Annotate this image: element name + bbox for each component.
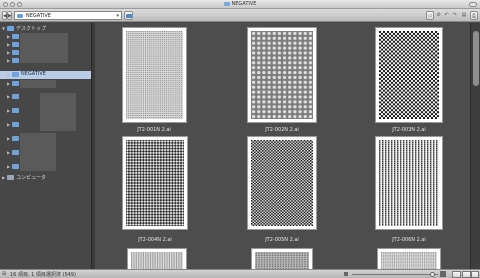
chevron-down-icon[interactable]: ▾ <box>116 13 119 19</box>
redacted-block <box>40 93 76 131</box>
folder-icon <box>17 14 23 18</box>
thumbnail-partial[interactable] <box>377 248 441 269</box>
thumbnail-jt2-003n[interactable] <box>375 27 443 123</box>
file-name: JT2-004N 2.ai <box>138 237 172 243</box>
disclosure-triangle-icon[interactable]: ▶ <box>7 94 10 99</box>
small-size-icon[interactable] <box>344 272 348 276</box>
folder-icon <box>12 164 19 169</box>
folder-icon <box>12 42 19 47</box>
folder-icon <box>12 81 19 86</box>
path-value: NEGATIVE <box>26 13 51 19</box>
redacted-block <box>20 80 56 88</box>
print-icon[interactable]: ⎙ <box>470 11 478 20</box>
disclosure-triangle-icon[interactable]: ▶ <box>7 164 10 169</box>
thumbnail-jt2-005n[interactable] <box>247 136 317 230</box>
thumbnail-partial[interactable] <box>127 248 187 269</box>
pattern-preview <box>126 31 183 119</box>
path-field[interactable]: NEGATIVE ▾ <box>14 11 122 20</box>
tree-item-label: デスクトップ <box>16 26 47 32</box>
scrollbar-thumb[interactable] <box>473 31 479 86</box>
pattern-preview <box>381 252 437 269</box>
tree-item-desktop[interactable]: ▼ デスクトップ <box>0 25 91 33</box>
folder-icon <box>223 1 230 6</box>
folder-icon <box>7 26 14 31</box>
thumbnail-jt2-004n[interactable] <box>122 136 188 230</box>
redacted-block <box>20 133 56 171</box>
disclosure-triangle-icon[interactable]: ▶ <box>7 50 10 55</box>
computer-icon <box>7 175 14 180</box>
folder-icon <box>12 150 19 155</box>
disclosure-triangle-icon[interactable]: ▶ <box>7 42 10 47</box>
window-title: NEGATIVE <box>0 1 480 7</box>
disclosure-triangle-icon[interactable]: ▶ <box>7 150 10 155</box>
large-size-icon[interactable] <box>440 271 446 277</box>
disclosure-triangle-icon[interactable]: ▶ <box>7 122 10 127</box>
thumbnail-jt2-002n[interactable] <box>247 27 317 123</box>
pattern-preview <box>126 140 184 226</box>
tree-item-label: コンピュータ <box>16 175 47 181</box>
disclosure-triangle-icon[interactable]: ▶ <box>7 58 10 63</box>
browse-folder-button[interactable] <box>124 11 133 20</box>
pattern-preview <box>251 31 313 119</box>
pattern-preview <box>251 140 313 226</box>
slider-knob[interactable] <box>430 272 435 277</box>
folder-icon <box>12 94 19 99</box>
open-icon[interactable]: ▤ <box>460 11 468 20</box>
thumbnail-jt2-001n[interactable] <box>122 27 187 123</box>
delete-icon[interactable]: ⊘ <box>435 11 442 20</box>
folder-icon <box>12 122 19 127</box>
folder-icon <box>12 136 19 141</box>
toolbar-toggle-button[interactable] <box>469 2 477 7</box>
forward-arrow-icon[interactable]: ▶ <box>7 11 12 20</box>
disclosure-triangle-icon[interactable]: ▶ <box>2 175 5 180</box>
pathbar-toggle-icon[interactable]: ⊞ <box>2 271 6 277</box>
disclosure-triangle-icon[interactable]: ▶ <box>7 108 10 113</box>
status-bar: ⊞ 16 項目, 1 項目選択済 (549) <box>0 269 480 278</box>
thumbnail-jt2-006n[interactable] <box>375 136 443 230</box>
folder-icon <box>12 58 19 63</box>
redacted-block <box>20 33 68 63</box>
pattern-preview <box>255 252 309 269</box>
view-mode-list-button[interactable] <box>462 271 471 278</box>
rotate-left-icon[interactable]: ↶ <box>443 11 450 20</box>
vertical-scrollbar[interactable] <box>470 23 480 269</box>
folder-icon <box>12 50 19 55</box>
folder-icon <box>12 34 19 39</box>
tree-item-label: NEGATIVE <box>21 71 46 77</box>
rotate-right-icon[interactable]: ↷ <box>451 11 458 20</box>
disclosure-triangle-icon[interactable]: ▶ <box>7 81 10 86</box>
file-name: JT2-006N 2.ai <box>392 237 426 243</box>
folder-icon <box>12 72 19 77</box>
folder-icon <box>12 108 19 113</box>
thumbnail-partial[interactable] <box>251 248 313 269</box>
toolbar: ◀ ▶ NEGATIVE ▾ ▭ ⊘ ↶ ↷ ▤ ⎙ <box>0 9 480 22</box>
title-bar: NEGATIVE <box>0 0 480 9</box>
file-name: JT2-003N 2.ai <box>392 127 426 133</box>
disclosure-triangle-icon[interactable]: ▶ <box>7 34 10 39</box>
view-mode-detail-button[interactable] <box>471 271 479 278</box>
pattern-preview <box>131 252 183 269</box>
window-title-text: NEGATIVE <box>231 1 257 7</box>
tree-item-negative[interactable]: ▶ NEGATIVE <box>0 71 91 79</box>
view-mode-thumbnails-button[interactable] <box>452 271 461 278</box>
status-text: 16 項目, 1 項目選択済 (549) <box>10 272 76 278</box>
workspace-icon[interactable]: ▭ <box>426 11 434 20</box>
pattern-preview <box>379 140 439 226</box>
file-name: JT2-005N 2.ai <box>265 237 299 243</box>
disclosure-triangle-icon[interactable]: ▶ <box>7 136 10 141</box>
file-name: JT2-002N 2.ai <box>265 127 299 133</box>
thumbnail-size-slider[interactable] <box>352 274 438 275</box>
disclosure-triangle-icon[interactable]: ▶ <box>7 72 10 77</box>
pattern-preview <box>379 31 439 119</box>
file-name: JT2-001N 2.ai <box>137 127 171 133</box>
disclosure-triangle-icon[interactable]: ▼ <box>2 26 5 31</box>
thumbnail-grid[interactable]: JT2-001N 2.ai JT2-002N 2.ai JT2-003N 2.a… <box>95 23 470 269</box>
folder-tree[interactable]: ▼ デスクトップ ▶ ▶ ▶ ▶ ▶ NEGATIVE ▶ ▶ ▶ ▶ ▶ ▶ … <box>0 23 92 269</box>
tree-item-computer[interactable]: ▶ コンピュータ <box>0 174 91 182</box>
